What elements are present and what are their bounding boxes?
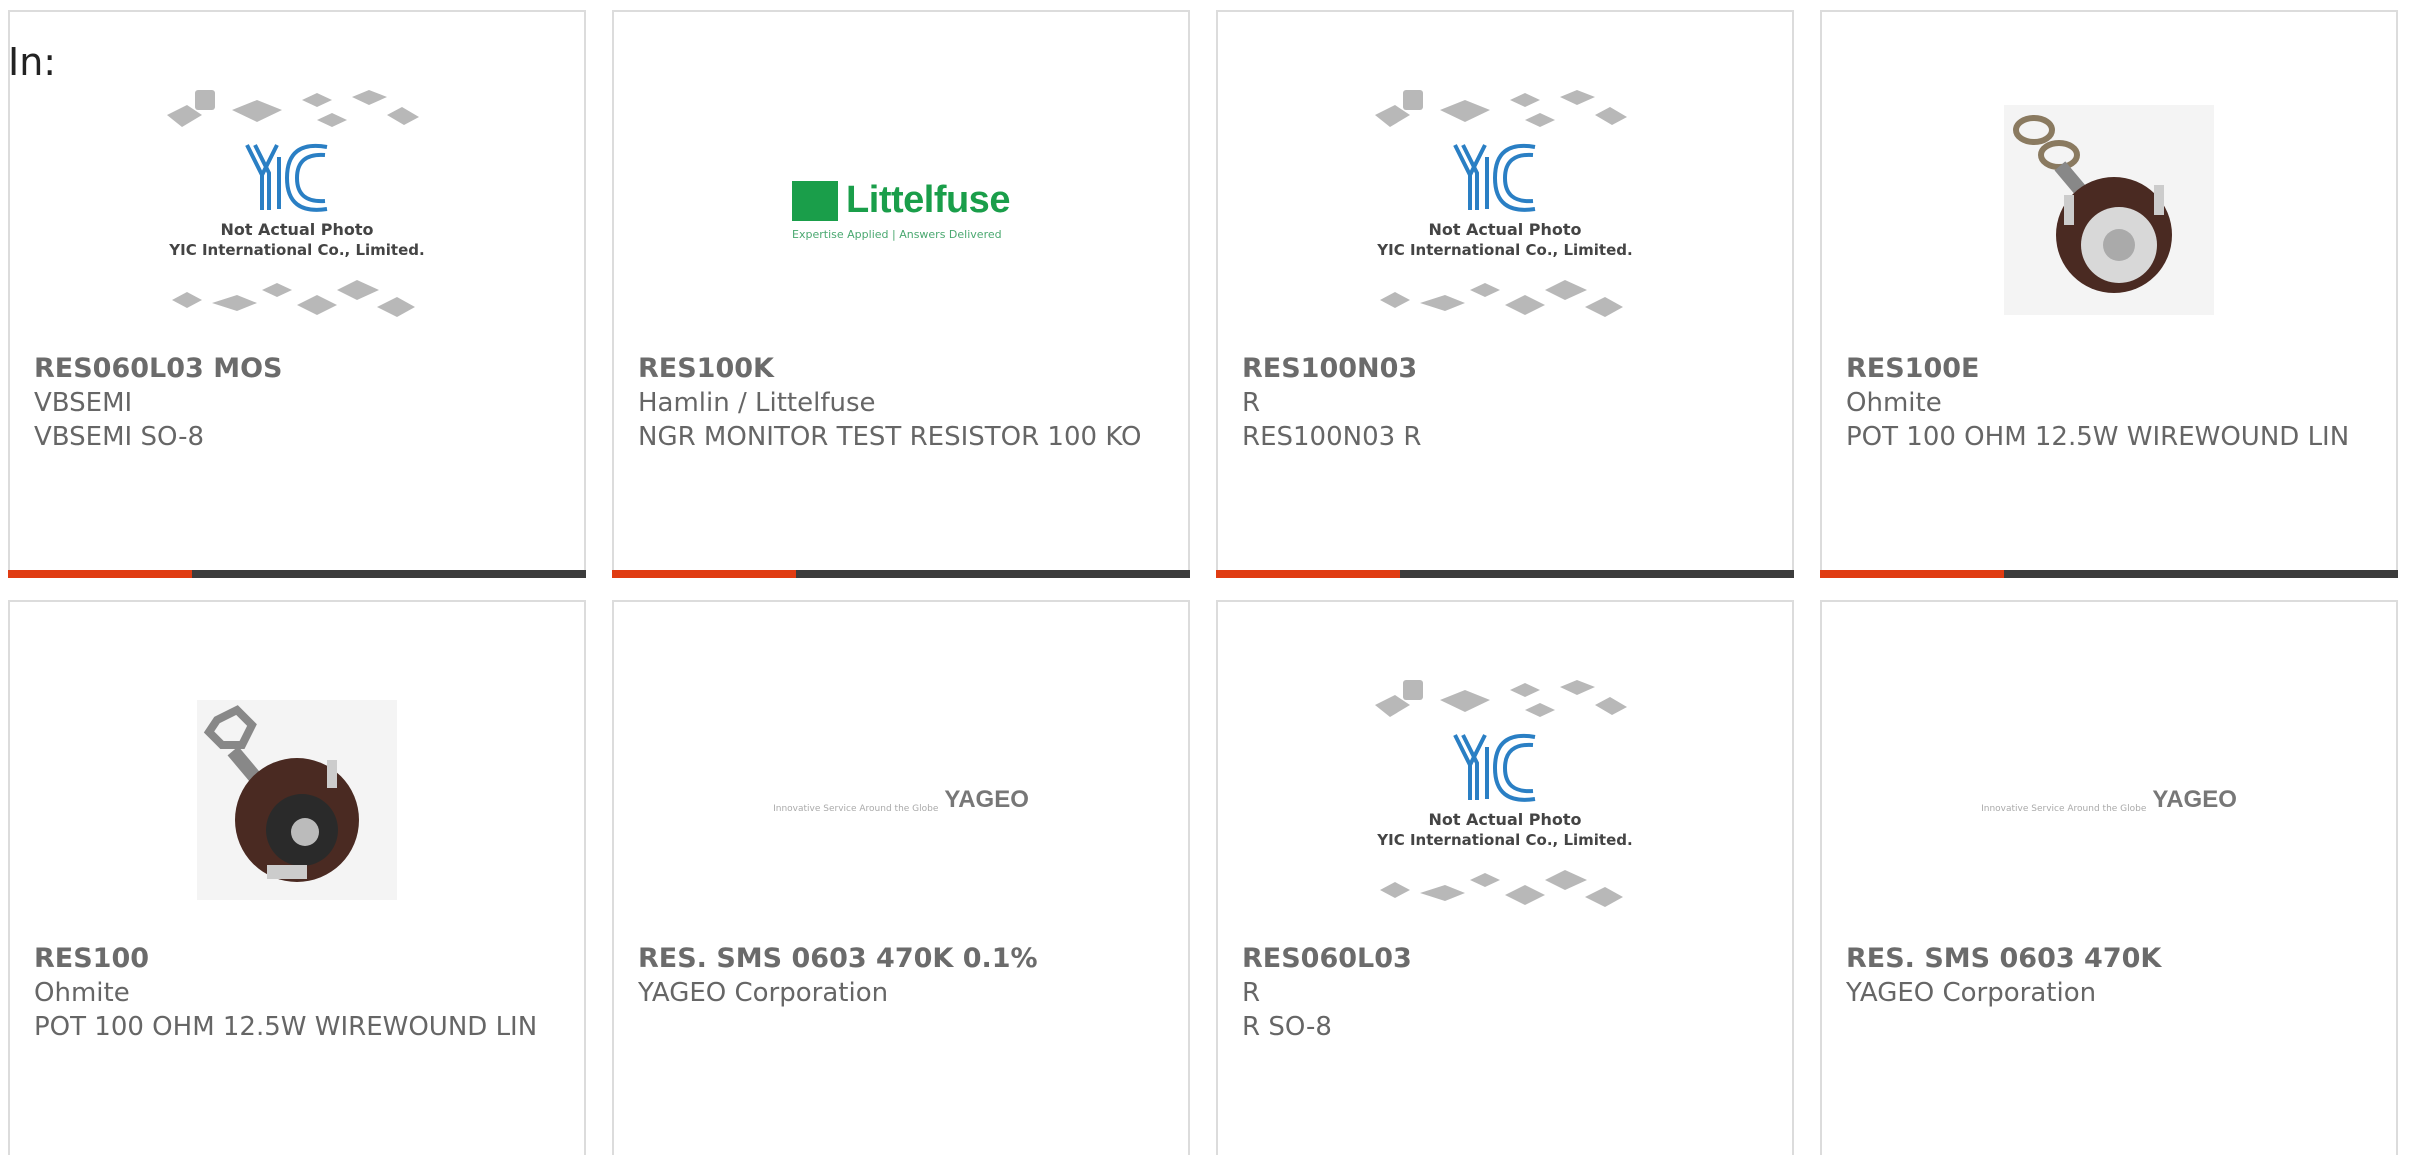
part-number[interactable]: RES060L03 <box>1242 942 1772 976</box>
card-footer-bar <box>8 570 586 578</box>
card-footer-accent <box>1216 570 1400 578</box>
product-image: Innovative Service Around the Globe YAGE… <box>614 662 1188 938</box>
product-info: RES060L03 MOS VBSEMI VBSEMI SO-8 <box>34 352 564 454</box>
potentiometer-photo <box>2004 105 2214 315</box>
manufacturer: YAGEO Corporation <box>1846 978 2097 1008</box>
product-card[interactable]: RES100E Ohmite POT 100 OHM 12.5W WIREWOU… <box>1820 10 2398 578</box>
description: POT 100 OHM 12.5W WIREWOUND LIN <box>1846 422 2350 452</box>
product-grid: Not Actual Photo YIC International Co., … <box>8 10 2400 1155</box>
littelfuse-mark-icon <box>792 180 839 221</box>
card-footer-accent <box>612 570 796 578</box>
part-number[interactable]: RES100N03 <box>1242 352 1772 386</box>
svg-text:YIC International Co., Limited: YIC International Co., Limited. <box>1376 241 1632 259</box>
product-image: Innovative Service Around the Globe YAGE… <box>1822 662 2396 938</box>
description: NGR MONITOR TEST RESISTOR 100 KO <box>638 422 1142 452</box>
card-footer-bar <box>1820 570 2398 578</box>
description: R SO-8 <box>1242 1012 1332 1042</box>
part-number[interactable]: RES100E <box>1846 352 2376 386</box>
product-image: Not Actual Photo YIC International Co., … <box>10 72 584 348</box>
yic-placeholder-image: Not Actual Photo YIC International Co., … <box>167 90 425 317</box>
product-card[interactable]: Littelfuse Expertise Applied | Answers D… <box>612 10 1190 578</box>
part-number[interactable]: RES. SMS 0603 470K <box>1846 942 2376 976</box>
logo-tagline: Expertise Applied | Answers Delivered <box>792 228 1002 241</box>
product-card[interactable]: Not Actual Photo YIC International Co., … <box>1216 600 1794 1155</box>
svg-text:Not Actual Photo: Not Actual Photo <box>220 220 373 239</box>
description: POT 100 OHM 12.5W WIREWOUND LIN <box>34 1012 538 1042</box>
part-number[interactable]: RES100K <box>638 352 1168 386</box>
product-image <box>10 662 584 938</box>
svg-text:Not Actual Photo: Not Actual Photo <box>1428 220 1581 239</box>
svg-text:YIC International Co., Limited: YIC International Co., Limited. <box>1376 831 1632 849</box>
card-footer-bar <box>612 570 1190 578</box>
manufacturer: Ohmite <box>34 978 130 1008</box>
manufacturer: Ohmite <box>1846 388 1942 418</box>
product-card[interactable]: Innovative Service Around the Globe YAGE… <box>1820 600 2398 1155</box>
product-info: RES100K Hamlin / Littelfuse NGR MONITOR … <box>638 352 1168 454</box>
logo-wordmark: YAGEO <box>944 786 1029 813</box>
product-card[interactable]: Not Actual Photo YIC International Co., … <box>8 10 586 578</box>
product-card[interactable]: Innovative Service Around the Globe YAGE… <box>612 600 1190 1155</box>
potentiometer-photo <box>197 700 397 900</box>
manufacturer: VBSEMI <box>34 388 133 418</box>
product-image <box>1822 72 2396 348</box>
product-info: RES. SMS 0603 470K 0.1% YAGEO Corporatio… <box>638 942 1168 1010</box>
yic-placeholder-image: Not Actual Photo YIC International Co., … <box>1375 90 1633 317</box>
product-image: Not Actual Photo YIC International Co., … <box>1218 662 1792 938</box>
logo-tagline: Innovative Service Around the Globe <box>773 804 939 814</box>
manufacturer: R <box>1242 978 1261 1008</box>
manufacturer: Hamlin / Littelfuse <box>638 388 876 418</box>
product-card[interactable]: RES100 Ohmite POT 100 OHM 12.5W WIREWOUN… <box>8 600 586 1155</box>
svg-text:YIC International Co., Limited: YIC International Co., Limited. <box>168 241 424 259</box>
description: RES100N03 R <box>1242 422 1422 452</box>
product-image: Not Actual Photo YIC International Co., … <box>1218 72 1792 348</box>
manufacturer: YAGEO Corporation <box>638 978 889 1008</box>
product-info: RES100E Ohmite POT 100 OHM 12.5W WIREWOU… <box>1846 352 2376 454</box>
littelfuse-logo: Littelfuse Expertise Applied | Answers D… <box>792 179 1010 241</box>
part-number[interactable]: RES100 <box>34 942 564 976</box>
logo-wordmark: YAGEO <box>2152 786 2237 813</box>
description: VBSEMI SO-8 <box>34 422 205 452</box>
logo-wordmark: Littelfuse <box>846 179 1010 221</box>
product-info: RES060L03 R R SO-8 <box>1242 942 1772 1044</box>
yageo-logo: Innovative Service Around the Globe YAGE… <box>773 786 1029 814</box>
in-label: In: <box>8 40 57 84</box>
yageo-logo: Innovative Service Around the Globe YAGE… <box>1981 786 2237 814</box>
product-card[interactable]: Not Actual Photo YIC International Co., … <box>1216 10 1794 578</box>
part-number[interactable]: RES060L03 MOS <box>34 352 564 386</box>
product-info: RES. SMS 0603 470K YAGEO Corporation <box>1846 942 2376 1010</box>
svg-text:Not Actual Photo: Not Actual Photo <box>1428 810 1581 829</box>
logo-tagline: Innovative Service Around the Globe <box>1981 804 2147 814</box>
search-results-page: In: Not Actual Photo YIC International C… <box>0 0 2410 1155</box>
product-info: RES100 Ohmite POT 100 OHM 12.5W WIREWOUN… <box>34 942 564 1044</box>
yic-placeholder-image: Not Actual Photo YIC International Co., … <box>1375 680 1633 907</box>
product-info: RES100N03 R RES100N03 R <box>1242 352 1772 454</box>
card-footer-accent <box>8 570 192 578</box>
product-image: Littelfuse Expertise Applied | Answers D… <box>614 72 1188 348</box>
part-number[interactable]: RES. SMS 0603 470K 0.1% <box>638 942 1168 976</box>
card-footer-accent <box>1820 570 2004 578</box>
card-footer-bar <box>1216 570 1794 578</box>
manufacturer: R <box>1242 388 1261 418</box>
